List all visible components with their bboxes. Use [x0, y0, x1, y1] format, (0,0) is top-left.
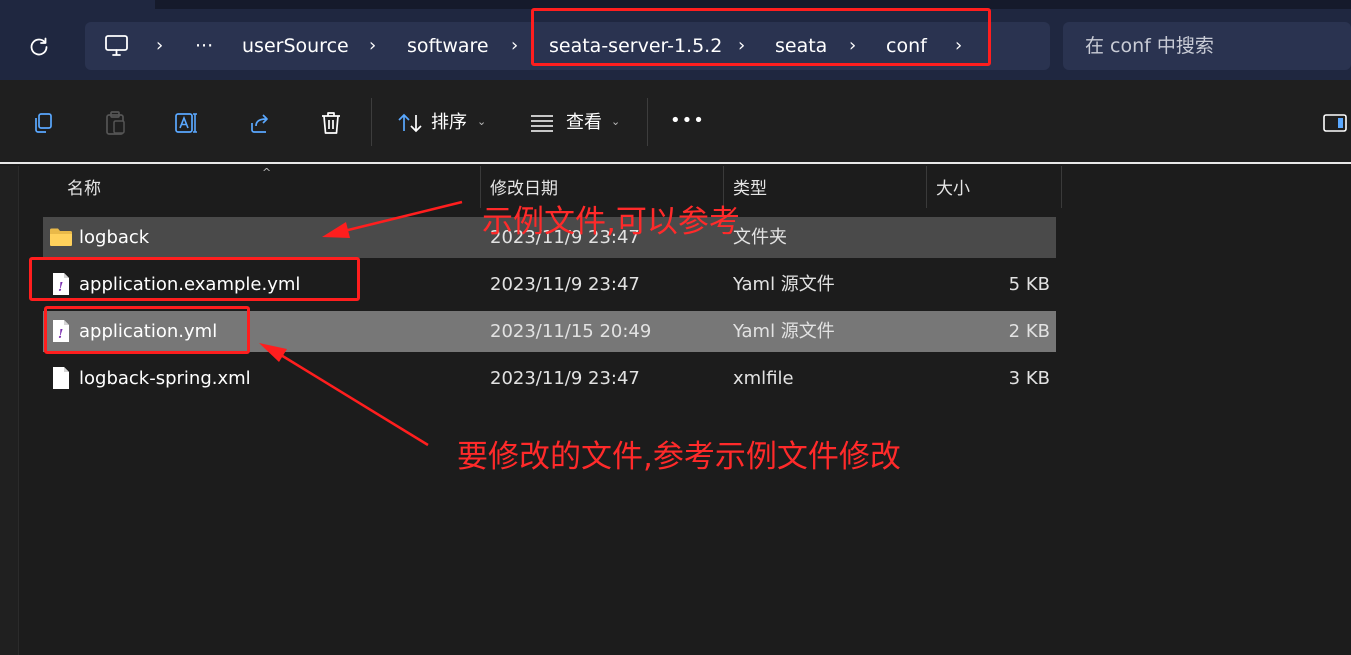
annotation-example-note: 示例文件,可以参考 [482, 204, 740, 240]
annotation-arrows [259, 200, 463, 447]
annotation-edit-note: 要修改的文件,参考示例文件修改 [457, 439, 901, 475]
